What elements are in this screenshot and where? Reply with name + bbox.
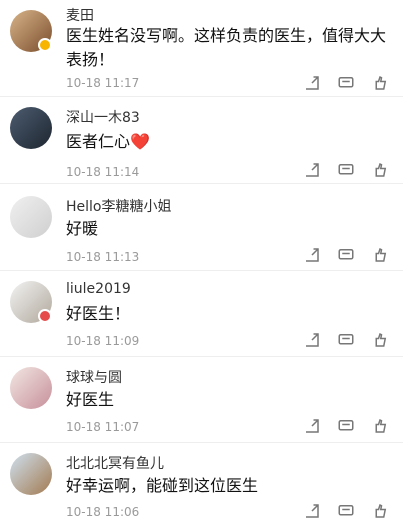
avatar[interactable] <box>10 107 52 149</box>
like-icon[interactable] <box>371 417 389 435</box>
comment-author[interactable]: 麦田 <box>66 5 94 25</box>
share-icon[interactable] <box>303 417 321 435</box>
comment-actions <box>303 161 389 179</box>
share-icon[interactable] <box>303 502 321 520</box>
comment-text: 好暖 <box>66 219 99 238</box>
comment-icon[interactable] <box>337 331 355 349</box>
comment-time: 10-18 11:06 <box>66 505 140 519</box>
comment-item: Hello李糖糖小姐 好暖 10-18 11:13 <box>0 184 403 270</box>
avatar[interactable] <box>10 196 52 238</box>
like-icon[interactable] <box>371 74 389 92</box>
comment-time: 10-18 11:14 <box>66 165 140 179</box>
comment-actions <box>303 331 389 349</box>
like-icon[interactable] <box>371 161 389 179</box>
comment-actions <box>303 417 389 435</box>
share-icon[interactable] <box>303 331 321 349</box>
comment-actions <box>303 246 389 264</box>
comment-author[interactable]: 球球与圆 <box>66 367 122 387</box>
share-icon[interactable] <box>303 161 321 179</box>
verified-badge-icon <box>38 38 52 52</box>
comment-text: 好医生 <box>66 390 115 409</box>
comment-time: 10-18 11:09 <box>66 334 140 348</box>
comment-icon[interactable] <box>337 74 355 92</box>
comment-actions <box>303 502 389 520</box>
comment-author[interactable]: 深山一木83 <box>66 107 140 127</box>
comment-icon[interactable] <box>337 246 355 264</box>
comment-text: 医生姓名没写啊。这样负责的医生，值得大大表扬！ <box>66 26 387 69</box>
comment-icon[interactable] <box>337 161 355 179</box>
comment-text: 医者仁心❤️ <box>66 132 150 151</box>
comment-item: 球球与圆 好医生 10-18 11:07 <box>0 357 403 443</box>
like-icon[interactable] <box>371 246 389 264</box>
comment-item: 北北北冥有鱼儿 好幸运啊，能碰到这位医生 10-18 11:06 <box>0 443 403 529</box>
comment-time: 10-18 11:17 <box>66 76 140 90</box>
share-icon[interactable] <box>303 74 321 92</box>
comment-time: 10-18 11:07 <box>66 420 140 434</box>
comment-author[interactable]: 北北北冥有鱼儿 <box>66 453 164 473</box>
share-icon[interactable] <box>303 246 321 264</box>
avatar[interactable] <box>10 453 52 495</box>
comment-item: 麦田 医生姓名没写啊。这样负责的医生，值得大大表扬！ 10-18 11:17 <box>0 0 403 90</box>
comment-item: liule2019 好医生！ 10-18 11:09 <box>0 271 403 357</box>
comment-author[interactable]: Hello李糖糖小姐 <box>66 196 172 216</box>
comment-icon[interactable] <box>337 417 355 435</box>
avatar[interactable] <box>10 367 52 409</box>
comment-time: 10-18 11:13 <box>66 250 140 264</box>
vip-badge-icon <box>38 309 52 323</box>
comment-icon[interactable] <box>337 502 355 520</box>
comment-item: 深山一木83 医者仁心❤️ 10-18 11:14 <box>0 97 403 183</box>
comment-actions <box>303 74 389 92</box>
comment-text: 好幸运啊，能碰到这位医生 <box>66 476 259 495</box>
like-icon[interactable] <box>371 502 389 520</box>
like-icon[interactable] <box>371 331 389 349</box>
comment-text: 好医生！ <box>66 304 131 323</box>
comment-author[interactable]: liule2019 <box>66 281 131 297</box>
